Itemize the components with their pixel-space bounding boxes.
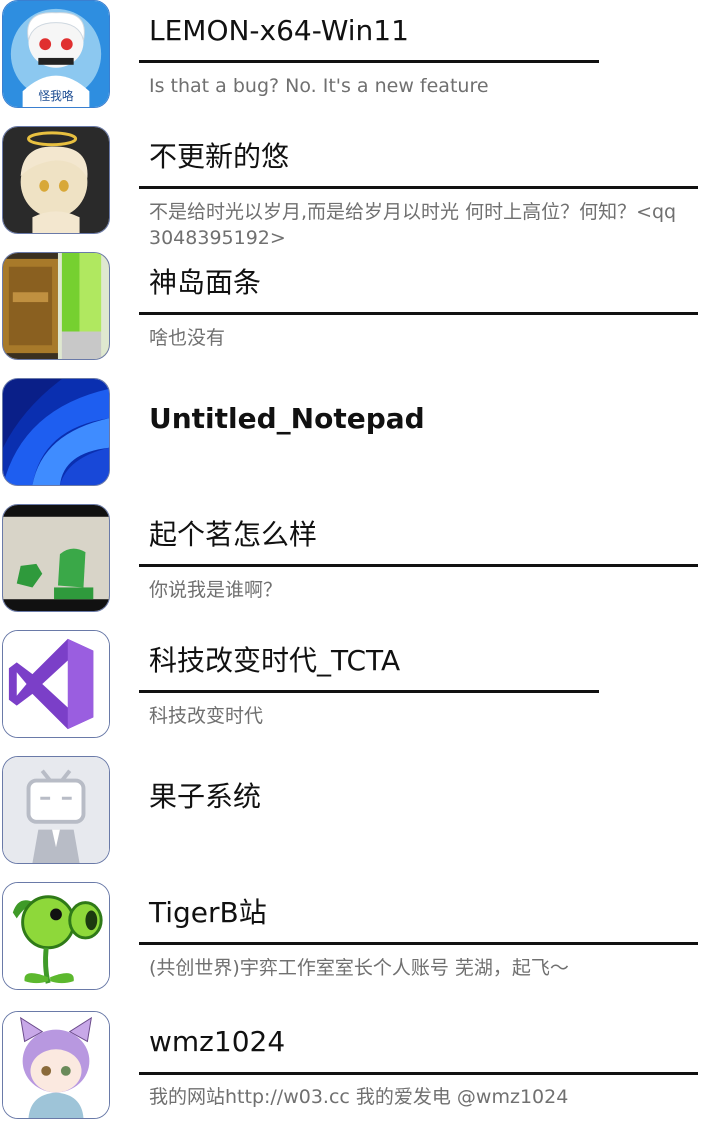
divider [139, 312, 698, 315]
windows11-wallpaper-avatar[interactable] [2, 378, 110, 486]
bilibili-default-avatar[interactable] [2, 756, 110, 864]
cat-ear-boy-avatar[interactable] [2, 1011, 110, 1119]
seal-girl-avatar[interactable]: 怪我咯 [2, 0, 110, 108]
list-item[interactable]: 果子系统 [0, 756, 713, 874]
divider [139, 690, 599, 693]
profile-bio: 你说我是谁啊？ [149, 579, 283, 601]
divider [139, 186, 698, 189]
visual-studio-avatar[interactable] [2, 630, 110, 738]
divider [139, 1072, 698, 1075]
list-item[interactable]: 起个茗怎么样 你说我是谁啊？ [0, 504, 713, 622]
avatar-caption: 怪我咯 [38, 89, 74, 103]
list-item[interactable]: TigerB站 (共创世界)宇弈工作室室长个人账号 芜湖，起飞～ [0, 882, 713, 1000]
list-item[interactable]: Untitled_Notepad [0, 378, 713, 496]
pixel-block-avatar[interactable] [2, 252, 110, 360]
profile-name[interactable]: 科技改变时代_TCTA [149, 644, 400, 678]
list-item[interactable]: 神岛面条 啥也没有 [0, 252, 713, 370]
user-list: 怪我咯 LEMON-x64-Win11 Is that a bug? No. I… [0, 0, 713, 1124]
profile-name[interactable]: wmz1024 [149, 1025, 285, 1059]
profile-name[interactable]: TigerB站 [149, 896, 267, 930]
divider [139, 60, 599, 63]
profile-name[interactable]: 果子系统 [149, 780, 261, 814]
list-item[interactable]: 科技改变时代_TCTA 科技改变时代 [0, 630, 713, 748]
divider [139, 564, 698, 567]
profile-name[interactable]: 神岛面条 [149, 266, 261, 300]
profile-bio: (共创世界)宇弈工作室室长个人账号 芜湖，起飞～ [149, 957, 569, 979]
divider [139, 942, 698, 945]
profile-bio: 不是给时光以岁月,而是给岁月以时光 何时上高位？何知？<qq 304839519… [149, 201, 677, 249]
profile-bio: 我的网站http://w03.cc 我的爱发电 @wmz1024 [149, 1086, 569, 1108]
profile-bio: 啥也没有 [149, 327, 226, 349]
profile-name[interactable]: LEMON-x64-Win11 [149, 14, 409, 48]
profile-name[interactable]: 起个茗怎么样 [149, 518, 317, 552]
list-item[interactable]: 怪我咯 LEMON-x64-Win11 Is that a bug? No. I… [0, 0, 713, 118]
profile-name[interactable]: 不更新的悠 [149, 140, 289, 174]
angel-chibi-avatar[interactable] [2, 126, 110, 234]
profile-bio: Is that a bug? No. It's a new feature [149, 75, 489, 97]
green-hands-avatar[interactable] [2, 504, 110, 612]
list-item[interactable]: 不更新的悠 不是给时光以岁月,而是给岁月以时光 何时上高位？何知？<qq 304… [0, 126, 713, 249]
peashooter-avatar[interactable] [2, 882, 110, 990]
profile-bio: 科技改变时代 [149, 705, 264, 727]
profile-name[interactable]: Untitled_Notepad [149, 402, 425, 436]
list-item[interactable]: wmz1024 我的网站http://w03.cc 我的爱发电 @wmz1024 [0, 1011, 713, 1129]
